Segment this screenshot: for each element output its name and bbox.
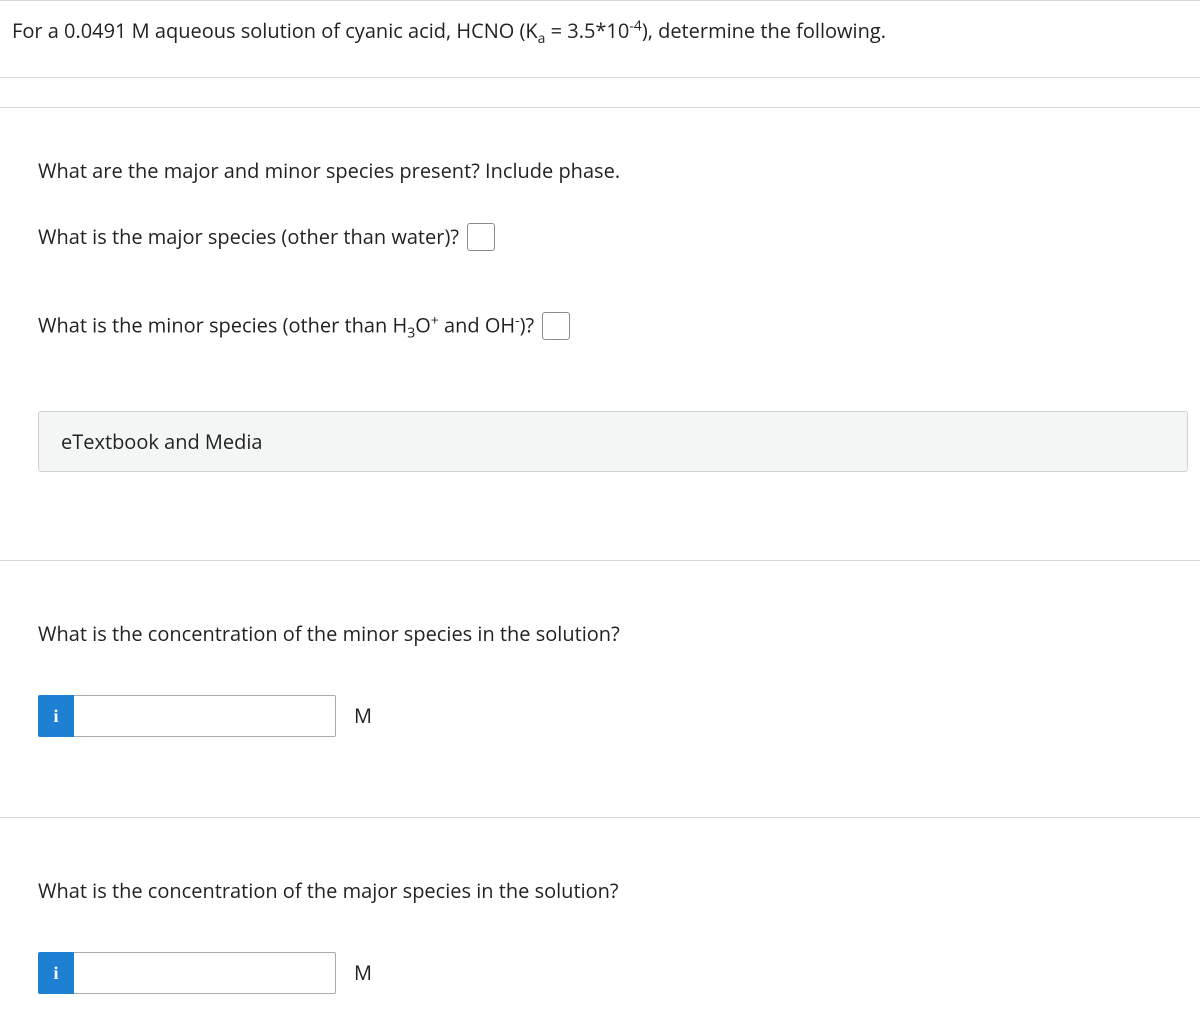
major-concentration-section: What is the concentration of the major s… <box>0 818 1200 1034</box>
species-section: What are the major and minor species pre… <box>0 108 1200 562</box>
info-icon-label: i <box>53 703 58 730</box>
minor-species-row: What is the minor species (other than H3… <box>38 310 1188 344</box>
major-concentration-question: What is the concentration of the major s… <box>38 876 1188 906</box>
major-concentration-input[interactable] <box>74 952 336 994</box>
minor-concentration-answer-row: i M <box>38 695 1188 737</box>
spacer-section <box>0 78 1200 108</box>
question-container: For a 0.0491 M aqueous solution of cyani… <box>0 0 1200 1034</box>
info-icon-label: i <box>53 960 58 987</box>
intro-text: For a 0.0491 M aqueous solution of cyani… <box>12 17 886 44</box>
major-species-input[interactable] <box>467 223 495 251</box>
info-icon[interactable]: i <box>38 952 74 994</box>
info-icon[interactable]: i <box>38 695 74 737</box>
minor-concentration-input[interactable] <box>74 695 336 737</box>
minor-concentration-question: What is the concentration of the minor s… <box>38 619 1188 649</box>
major-species-row: What is the major species (other than wa… <box>38 222 1188 252</box>
species-heading: What are the major and minor species pre… <box>38 156 1188 186</box>
minor-concentration-unit: M <box>336 701 372 731</box>
major-concentration-answer-row: i M <box>38 952 1188 994</box>
minor-concentration-section: What is the concentration of the minor s… <box>0 561 1200 818</box>
minor-species-label: What is the minor species (other than H3… <box>38 310 534 344</box>
major-species-label: What is the major species (other than wa… <box>38 222 459 252</box>
etextbook-button[interactable]: eTextbook and Media <box>38 411 1188 472</box>
minor-species-input[interactable] <box>542 312 570 340</box>
major-concentration-unit: M <box>336 958 372 988</box>
intro-section: For a 0.0491 M aqueous solution of cyani… <box>0 0 1200 78</box>
